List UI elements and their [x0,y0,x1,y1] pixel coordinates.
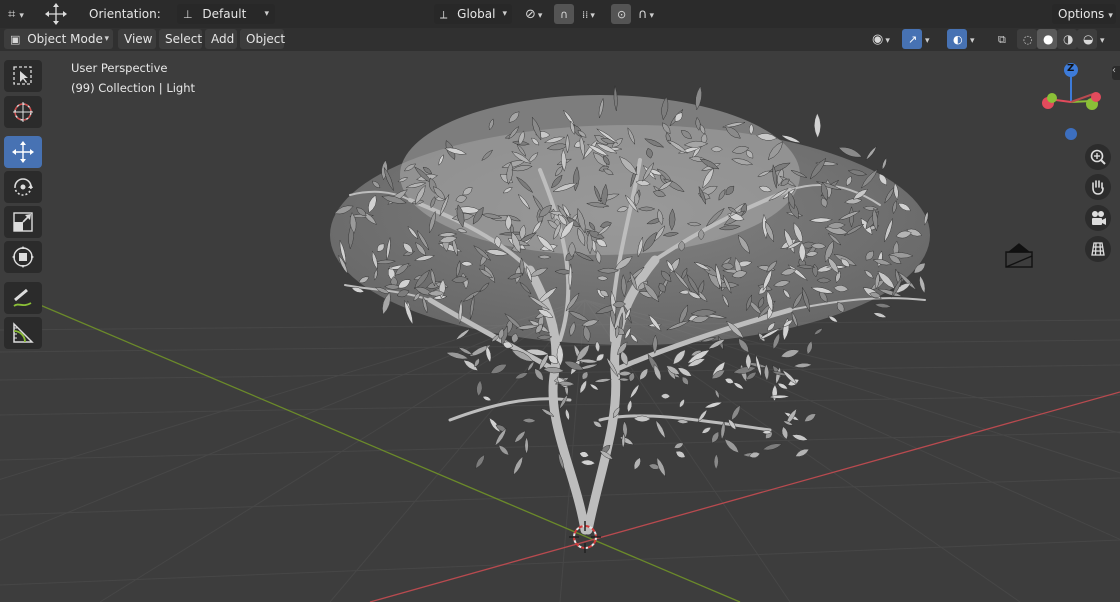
3d-cursor [569,521,601,553]
rotate-icon [14,178,33,196]
menu-add[interactable]: Add [205,29,237,49]
proportional-edit-toggle[interactable]: ⊙ [611,4,631,24]
menu-object[interactable]: Object [240,29,285,49]
gizmo-z-label: Z [1067,63,1075,74]
x-axis-line [369,391,1120,602]
viewport-header: ▣ Object Mode ▾ View Select Add Object ◉… [0,28,1120,51]
tool-settings-bar: ⌗ ▾ Orientation: ⊥ Default ▾ ⟂ Global ▾ ⊘… [0,0,1120,28]
view-name-label: User Perspective [71,61,168,75]
gizmo-toggle[interactable]: ↗ [902,29,922,49]
transform-orientation-dropdown[interactable]: ⟂ Global ▾ [434,4,512,24]
menu-select[interactable]: Select [159,29,202,49]
tool-cursor[interactable] [4,96,42,128]
menu-view[interactable]: View [118,29,156,49]
mode-dropdown[interactable]: ▣ Object Mode ▾ [4,29,113,49]
tool-measure[interactable] [4,317,42,349]
tool-scale[interactable] [4,206,42,238]
zoom-button[interactable] [1085,144,1111,170]
overlays-dropdown[interactable]: ▾ [967,29,985,49]
orientation-label: Orientation: [89,7,161,21]
gizmo-x-neg-axis [1091,92,1101,102]
falloff-dropdown[interactable]: ∩ ▾ [632,4,662,24]
gizmo-z-neg-axis [1065,128,1077,140]
move-icon [12,141,34,163]
move-icon [45,3,67,25]
shading-wireframe[interactable]: ◌ [1017,29,1037,49]
tool-move[interactable] [4,136,42,168]
scale-icon [13,212,33,232]
options-dropdown[interactable]: Options ▾ [1052,4,1116,24]
cursor-icon [13,102,33,122]
select-box-icon [13,66,32,85]
ruler-icon [13,322,34,343]
overlays-toggle[interactable]: ◐ [947,29,967,49]
shading-dropdown[interactable]: ▾ [1097,29,1115,49]
transform-icon [12,246,34,268]
3d-viewport[interactable]: User Perspective (99) Collection | Light… [0,51,1120,602]
gizmo-y-neg-axis [1047,93,1057,103]
tool-rotate[interactable] [4,171,42,203]
chevron-left-icon: ‹ [1112,65,1116,76]
pan-button[interactable] [1085,174,1111,200]
axes-icon: ⟂ [440,8,448,21]
shading-rendered[interactable]: ◒ [1077,29,1097,49]
rendered-sphere-icon: ◒ [1083,32,1094,46]
camera-view-button[interactable] [1085,205,1111,231]
pencil-icon [13,288,32,307]
visibility-dropdown[interactable]: ◉ ▾ [866,29,898,49]
grid-icon [1091,242,1105,256]
shading-material[interactable]: ◑ [1057,29,1077,49]
ortho-toggle-button[interactable] [1085,236,1111,262]
collection-info-label: (99) Collection | Light [71,81,196,95]
viewport-scene [0,84,1120,602]
pivot-icon: ⌗ [8,7,16,22]
magnet-icon: ∩ [560,8,569,21]
shading-solid[interactable]: ● [1037,29,1057,49]
wireframe-sphere-icon: ◌ [1023,33,1033,46]
proportional-edit-icon: ⊙ [617,8,627,21]
link-icon: ⊘ [525,7,536,22]
y-axis-line [39,304,741,602]
orientation-icon: ⊥ [183,8,193,21]
tool-annotate[interactable] [4,282,42,314]
solid-sphere-icon: ● [1043,32,1054,46]
move-tool-indicator [44,2,68,26]
tool-transform[interactable] [4,241,42,273]
tool-select-box[interactable] [4,60,42,92]
falloff-curve-icon: ∩ [638,7,648,22]
pivot-point-dropdown[interactable]: ⊘ ▾ [519,4,549,24]
xray-icon: ⧉ [998,33,1006,46]
zoom-icon [1090,149,1106,165]
camera-icon [1092,211,1106,225]
material-sphere-icon: ◑ [1063,32,1074,46]
hand-icon [1092,180,1104,195]
eye-icon: ◉ [872,32,884,47]
overlays-icon: ◐ [953,33,963,46]
snap-increment-icon: ⁞⁞ [582,10,589,21]
tree-object [330,84,930,535]
object-mode-icon: ▣ [10,33,21,46]
snap-target-dropdown[interactable]: ⁞⁞ ▾ [576,4,606,24]
xray-toggle[interactable]: ⧉ [992,29,1012,49]
gizmo-dropdown[interactable]: ▾ [922,29,940,49]
navigation-gizmo[interactable]: Z [1030,59,1114,143]
orientation-dropdown[interactable]: ⊥ Default ▾ [177,4,275,24]
sidebar-toggle-tab[interactable]: ‹ [1112,65,1120,80]
transform-pivot-dropdown[interactable]: ⌗ ▾ [2,4,34,24]
light-object [1005,243,1033,268]
snap-toggle[interactable]: ∩ [554,4,574,24]
gizmo-icon: ↗ [908,33,918,46]
